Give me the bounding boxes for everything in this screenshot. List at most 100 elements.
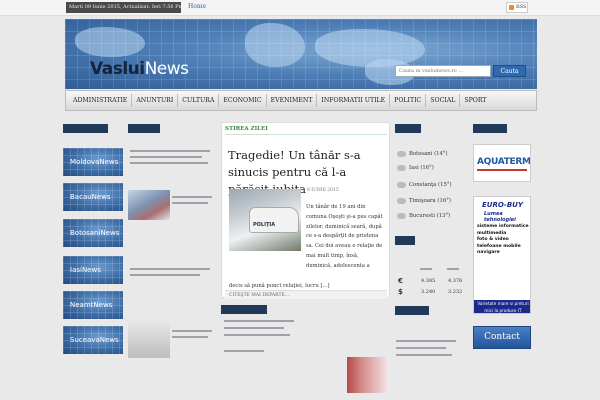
- weather-label: Bucuresti (13°): [409, 213, 451, 219]
- eurobuy-footer: Varietate mare si preturi mici la produs…: [474, 300, 530, 313]
- network-link-moldova[interactable]: MoldovaNews: [63, 148, 123, 176]
- cloud-icon: [397, 182, 406, 188]
- text-line: [130, 162, 208, 164]
- text-line: [396, 340, 456, 342]
- contact-button[interactable]: Contact: [473, 326, 531, 349]
- column-header: [128, 124, 160, 133]
- eurobuy-subtitle: Lumea tehnologiei: [484, 211, 516, 223]
- weather-row: Bucuresti (13°): [395, 211, 467, 224]
- eurobuy-ad[interactable]: EURO-BUY Lumea tehnologiei sisteme infor…: [473, 196, 531, 314]
- rate-buy: 4.385: [421, 278, 436, 284]
- network-name: IasiNews: [70, 266, 101, 274]
- weather-label: Botosani (14°): [409, 151, 448, 157]
- text-line: [447, 268, 459, 270]
- home-link[interactable]: Home: [188, 3, 206, 10]
- text-line: [172, 336, 208, 338]
- search-button[interactable]: Cauta: [493, 65, 526, 77]
- network-link-botosani[interactable]: BotosaniNews: [63, 219, 123, 247]
- eurobuy-list: sisteme informatice multimedia foto & vi…: [477, 224, 529, 257]
- rss-icon: [509, 5, 514, 10]
- cloud-icon: [397, 151, 406, 157]
- rate-sell: 4.376: [448, 278, 463, 284]
- divider: [225, 134, 387, 135]
- network-name: SuceavaNews: [70, 336, 119, 344]
- nav-item-administratie[interactable]: ADMINISTRATIE: [69, 94, 133, 107]
- current-date: Marti 09 Iunie 2015, Actualizat: Ieri 7:…: [66, 2, 181, 13]
- police-car-icon: POLIŢIA: [249, 207, 299, 233]
- network-link-iasi[interactable]: IasiNews: [63, 256, 123, 284]
- featured-tag: STIREA ZILEI: [225, 126, 268, 132]
- nav-item-economic[interactable]: ECONOMIC: [219, 94, 267, 107]
- site-logo[interactable]: VasluiNews: [90, 59, 189, 79]
- text-line: [396, 347, 446, 349]
- nav-item-social[interactable]: SOCIAL: [426, 94, 461, 107]
- text-line: [130, 274, 200, 276]
- read-more-button[interactable]: CITEŞTE MAI DEPARTE...: [225, 290, 387, 299]
- column-header: [395, 236, 415, 245]
- nav-item-anunturi[interactable]: ANUNTURI: [132, 94, 179, 107]
- column-header: [395, 306, 429, 315]
- top-bar: Marti 09 Iunie 2015, Actualizat: Ieri 7:…: [0, 0, 600, 16]
- text-line: [130, 268, 210, 270]
- weather-row: Constanţa (15°): [395, 180, 467, 193]
- nav-item-cultura[interactable]: CULTURA: [178, 94, 220, 107]
- nav-item-informatii-utile[interactable]: INFORMATII UTILE: [317, 94, 391, 107]
- network-name: BacauNews: [70, 193, 111, 201]
- weather-label: Timişoara (16°): [409, 198, 451, 204]
- column-header: [395, 124, 421, 133]
- nav-item-eveniment[interactable]: EVENIMENT: [267, 94, 318, 107]
- network-name: MoldovaNews: [70, 158, 119, 166]
- text-line: [224, 334, 290, 336]
- text-line: [224, 327, 284, 329]
- image-caption: POLIŢIA: [253, 222, 276, 228]
- weather-label: Iasi (16°): [409, 165, 434, 171]
- rss-button[interactable]: RSS: [506, 2, 528, 13]
- eurobuy-logo: EURO-BUY: [482, 201, 523, 209]
- rate-sell: 3.232: [448, 289, 463, 295]
- network-name: BotosaniNews: [70, 229, 120, 237]
- text-line: [172, 196, 212, 198]
- text-line: [172, 202, 208, 204]
- text-line: [224, 350, 264, 352]
- cloud-icon: [397, 198, 406, 204]
- weather-label: Constanţa (15°): [409, 182, 452, 188]
- eurobuy-item: navigare: [477, 250, 500, 255]
- site-header: VasluiNews Cauta: [65, 19, 537, 89]
- network-name: NeamtNews: [70, 301, 113, 309]
- featured-date: 8 IUNIE 2015: [307, 188, 339, 193]
- column-header: [221, 305, 267, 314]
- network-link-bacau[interactable]: BacauNews: [63, 183, 123, 211]
- nav-item-sport[interactable]: SPORT: [460, 94, 490, 107]
- network-link-neamt[interactable]: NeamtNews: [63, 291, 123, 319]
- text-line: [396, 354, 452, 356]
- rate-buy: 3.240: [421, 289, 436, 295]
- text-line: [172, 330, 212, 332]
- text-line: [224, 320, 294, 322]
- divider: [477, 169, 527, 171]
- weather-row: Botosani (14°): [395, 149, 467, 162]
- exchange-row: € 4.385 4.376: [395, 276, 469, 287]
- exchange-row: $ 3.240 3.232: [395, 287, 469, 298]
- featured-excerpt: Un tânăr de 19 ani din comuna Oşeşti şi-…: [306, 204, 383, 269]
- news-thumbnail[interactable]: [347, 357, 387, 393]
- nav-item-politic[interactable]: POLITIC: [390, 94, 427, 107]
- eurobuy-item: sisteme informatice: [477, 224, 529, 229]
- main-nav: ADMINISTRATIE ANUNTURI CULTURA ECONOMIC …: [65, 90, 537, 111]
- logo-vaslui: Vaslui: [90, 59, 145, 79]
- news-thumbnail[interactable]: [128, 322, 170, 358]
- aquaterm-logo: AQUATERM: [477, 157, 531, 167]
- featured-story: STIREA ZILEI Tragedie! Un tânăr s-a sinu…: [221, 122, 390, 299]
- aquaterm-ad[interactable]: AQUATERM: [473, 144, 531, 182]
- news-thumbnail[interactable]: [128, 190, 170, 220]
- rss-label: RSS: [516, 4, 527, 10]
- network-link-suceava[interactable]: SuceavaNews: [63, 326, 123, 354]
- column-header: [473, 124, 507, 133]
- featured-image[interactable]: POLIŢIA: [229, 189, 301, 251]
- text-line: [130, 156, 202, 158]
- euro-icon: €: [398, 277, 403, 285]
- search-input[interactable]: [395, 65, 491, 77]
- logo-news: News: [144, 59, 189, 79]
- weather-row: Timişoara (16°): [395, 196, 467, 209]
- text-line: [420, 268, 432, 270]
- cloud-icon: [397, 213, 406, 219]
